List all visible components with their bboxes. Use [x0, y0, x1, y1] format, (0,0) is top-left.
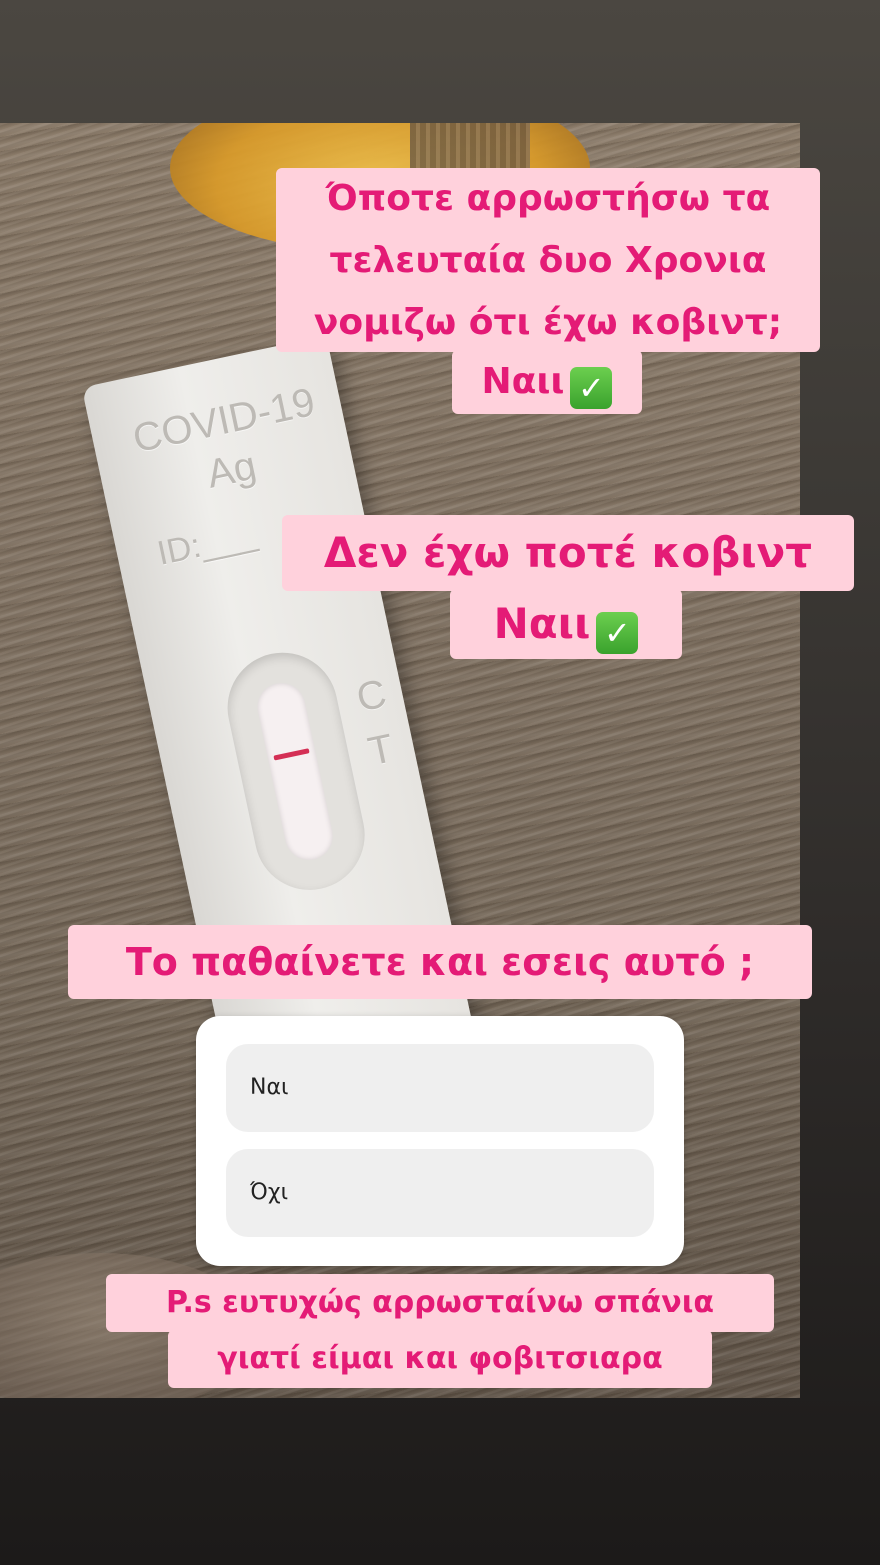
text-sticker-answer-2: Ναιι ✓	[450, 589, 682, 659]
footer-sticker-line1: P.s ευτυχώς αρρωσταίνω σπάνια	[106, 1274, 774, 1332]
poll-option-yes[interactable]: Ναι	[226, 1044, 654, 1132]
test-result-window	[217, 642, 375, 901]
marker-t: T	[364, 726, 398, 775]
sticker1-line3: νομιζω ότι έχω κοβιντ;	[313, 302, 783, 343]
poll-option-no-label: Όχι	[250, 1180, 289, 1205]
sticker2-line2: Ναιι	[493, 599, 591, 648]
control-line	[273, 748, 310, 761]
sticker1-line4: Ναιι	[481, 361, 565, 402]
poll-option-no[interactable]: Όχι	[226, 1149, 654, 1237]
sticker1-line2: τελευταία δυο Χρονια	[329, 240, 767, 281]
poll-option-yes-label: Ναι	[250, 1075, 289, 1100]
text-sticker-statement-2: Δεν έχω ποτέ κοβιντ	[282, 515, 854, 591]
sticker1-line1: Όποτε αρρωστήσω τα	[325, 178, 771, 219]
question-text: Το παθαίνετε και εσεις αυτό ;	[125, 940, 755, 984]
test-label-line2: Ag	[203, 443, 261, 497]
text-sticker-question-1: Όποτε αρρωστήσω τα τελευταία δυο Χρονια …	[276, 168, 820, 352]
check-mark-button-icon: ✓	[570, 367, 613, 409]
check-mark-button-icon: ✓	[596, 612, 639, 654]
footer-sticker-line2: γιατί είμαι και φοβιτσιαρα	[168, 1330, 712, 1388]
sticker2-line1: Δεν έχω ποτέ κοβιντ	[323, 528, 813, 577]
marker-c: C	[352, 671, 391, 721]
footer-line2: γιατί είμαι και φοβιτσιαρα	[217, 1341, 663, 1376]
footer-line1: P.s ευτυχώς αρρωσταίνω σπάνια	[165, 1285, 715, 1320]
test-id-label: ID:___	[154, 514, 260, 573]
test-strip	[252, 678, 338, 865]
question-sticker: Το παθαίνετε και εσεις αυτό ;	[68, 925, 812, 999]
text-sticker-answer-1: Ναιι ✓	[452, 350, 642, 414]
poll-sticker: Ναι Όχι	[196, 1016, 684, 1266]
